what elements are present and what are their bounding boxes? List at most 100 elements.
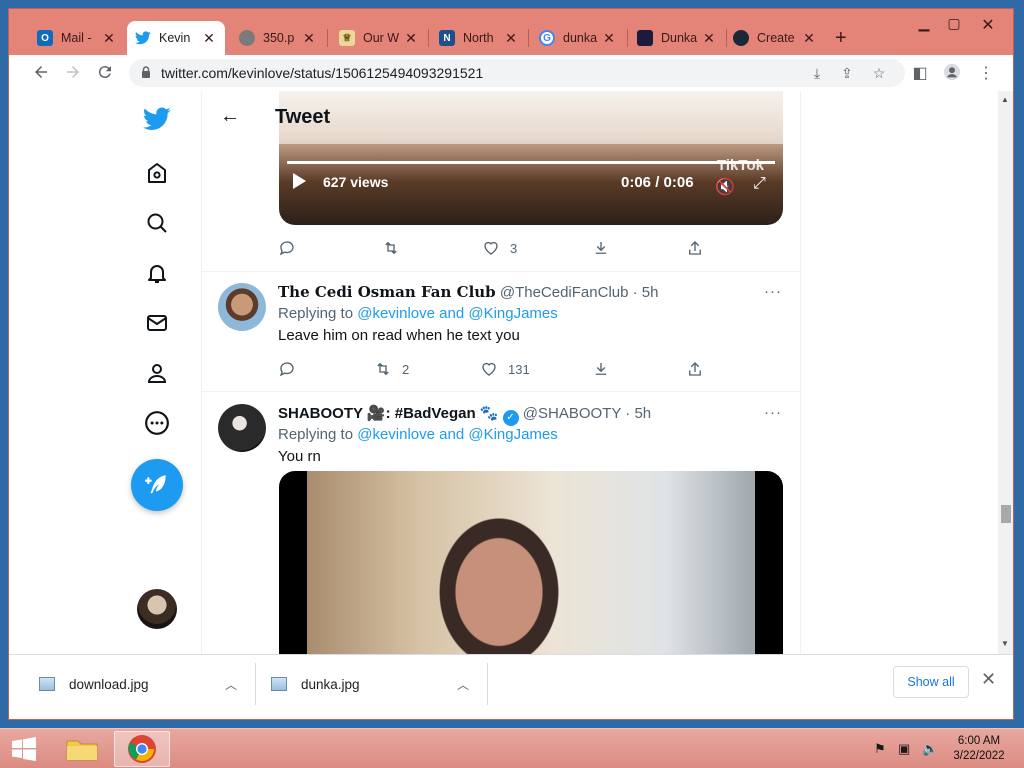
profile-person-icon[interactable] [143, 359, 171, 387]
close-icon[interactable]: ✕ [101, 30, 117, 47]
more-icon[interactable]: ··· [764, 404, 782, 421]
search-icon[interactable] [143, 209, 171, 237]
share-button[interactable] [686, 360, 714, 378]
more-icon[interactable]: ··· [764, 283, 782, 300]
download-filename: dunka.jpg [301, 676, 360, 692]
side-panel-icon[interactable]: ◧ [909, 63, 931, 83]
account-avatar[interactable] [137, 589, 177, 629]
mute-icon[interactable]: 🔇 [715, 177, 735, 197]
minimize-button[interactable]: ▁ [909, 15, 939, 32]
video-time: 0:06 / 0:06 [621, 174, 694, 191]
tab-create[interactable]: Create ✕ [725, 21, 825, 55]
system-clock[interactable]: 6:00 AM 3/22/2022 [944, 734, 1014, 764]
lock-icon [142, 66, 150, 78]
install-icon[interactable]: ⤓ [807, 65, 827, 81]
close-icon[interactable]: ✕ [201, 30, 217, 47]
forward-button[interactable] [61, 63, 85, 83]
bookmark-button[interactable] [592, 239, 620, 257]
retweet-icon [385, 241, 397, 255]
menu-kebab-icon[interactable]: ⋮ [975, 63, 997, 83]
mentioned-users[interactable]: @kevinlove and @KingJames [357, 426, 558, 443]
bookmark-star-icon[interactable]: ☆ [869, 65, 889, 81]
tab-dunka-google[interactable]: G dunka ✕ [531, 21, 625, 55]
handle[interactable]: @TheCediFanClub [500, 284, 629, 301]
avatar[interactable] [218, 283, 266, 331]
reply-button[interactable] [278, 360, 306, 378]
scrollbar-thumb[interactable] [1001, 505, 1011, 523]
close-icon[interactable]: ✕ [981, 669, 996, 690]
close-window-button[interactable]: ✕ [973, 15, 1003, 35]
show-all-button[interactable]: Show all [893, 666, 969, 698]
compose-tweet-button[interactable] [131, 459, 183, 511]
reload-button[interactable] [93, 63, 117, 83]
chrome-taskbar-button[interactable] [114, 731, 170, 767]
action-center-flag-icon[interactable]: ⚑ [874, 741, 886, 757]
back-arrow-icon[interactable]: ← [220, 105, 240, 128]
more-options-circle-icon[interactable] [143, 409, 171, 437]
divider [202, 271, 800, 272]
display-name[interactable]: SHABOOTY 🎥: #BadVegan 🐾 [278, 405, 498, 422]
display-name[interactable]: The Cedi Osman Fan Club [278, 283, 496, 301]
network-icon[interactable]: ▣ [898, 741, 910, 757]
tab-350[interactable]: 350.p ✕ [231, 21, 325, 55]
chrome-window: O Mail - ✕ Kevin ✕ 350.p ✕ ♕ Our W ✕ N N… [8, 8, 1014, 720]
windows-taskbar: ⚑ ▣ 🔈 6:00 AM 3/22/2022 [0, 728, 1024, 768]
download-item[interactable]: download.jpg ︿ [39, 669, 247, 699]
tab-north[interactable]: N North ✕ [431, 21, 527, 55]
profile-icon[interactable] [941, 63, 963, 83]
close-icon[interactable]: ✕ [301, 30, 317, 47]
reply-button[interactable] [278, 239, 306, 257]
maximize-button[interactable]: ▢ [939, 15, 969, 32]
new-tab-button[interactable]: + [835, 27, 847, 50]
avatar[interactable] [218, 404, 266, 452]
file-explorer-button[interactable] [54, 731, 110, 767]
windows-start-icon[interactable] [10, 737, 38, 761]
replying-to: Replying to @kevinlove and @KingJames [278, 426, 558, 443]
timestamp[interactable]: · 5h [633, 284, 659, 301]
tab-dunka-meme[interactable]: Dunka ✕ [629, 21, 725, 55]
play-icon[interactable] [293, 173, 306, 189]
messages-mail-icon[interactable] [143, 309, 171, 337]
scroll-up-icon[interactable]: ▲ [1001, 95, 1009, 104]
like-button[interactable]: 3 [482, 239, 517, 257]
twitter-logo-icon[interactable] [143, 105, 171, 133]
notifications-bell-icon[interactable] [143, 259, 171, 287]
retweet-button[interactable]: 2 [374, 360, 409, 378]
tab-our-w[interactable]: ♕ Our W ✕ [331, 21, 427, 55]
download-item[interactable]: dunka.jpg ︿ [271, 669, 489, 699]
fullscreen-icon[interactable]: ⤢ [753, 175, 766, 193]
retweet-button[interactable] [382, 239, 410, 257]
twitter-icon [135, 30, 151, 46]
scroll-down-icon[interactable]: ▼ [1001, 639, 1009, 648]
chevron-up-icon[interactable]: ︿ [457, 676, 469, 693]
retweet-count: 2 [402, 361, 410, 377]
address-bar[interactable]: twitter.com/kevinlove/status/15061254940… [129, 59, 905, 87]
back-button[interactable] [29, 63, 53, 83]
timestamp[interactable]: · 5h [625, 405, 651, 422]
tab-kevin[interactable]: Kevin ✕ [127, 21, 225, 55]
folder-icon [66, 740, 98, 761]
bookmark-button[interactable] [592, 360, 620, 378]
close-icon[interactable]: ✕ [601, 30, 617, 47]
share-button[interactable] [686, 239, 714, 257]
twitter-sidebar [9, 91, 201, 654]
home-icon[interactable] [143, 159, 171, 187]
close-icon[interactable]: ✕ [801, 30, 817, 47]
verified-badge-icon: ✓ [502, 410, 519, 426]
handle[interactable]: @SHABOOTY [523, 405, 621, 422]
close-icon[interactable]: ✕ [403, 30, 419, 47]
close-icon[interactable]: ✕ [503, 30, 519, 47]
share-icon[interactable]: ⇪ [837, 65, 857, 81]
page-scrollbar[interactable]: ▲ ▼ [998, 91, 1013, 654]
outlook-icon: O [37, 30, 53, 46]
tab-separator [327, 29, 328, 47]
tweet-media-gif[interactable] [279, 471, 783, 654]
like-button[interactable]: 131 [480, 360, 530, 378]
video-progress-bar[interactable] [287, 161, 775, 164]
book-icon: ♕ [339, 30, 355, 46]
chevron-up-icon[interactable]: ︿ [225, 676, 237, 693]
close-icon[interactable]: ✕ [701, 30, 717, 47]
tab-mail[interactable]: O Mail - ✕ [29, 21, 125, 55]
volume-muted-icon[interactable]: 🔈 [922, 741, 938, 757]
mentioned-users[interactable]: @kevinlove and @KingJames [357, 305, 558, 322]
